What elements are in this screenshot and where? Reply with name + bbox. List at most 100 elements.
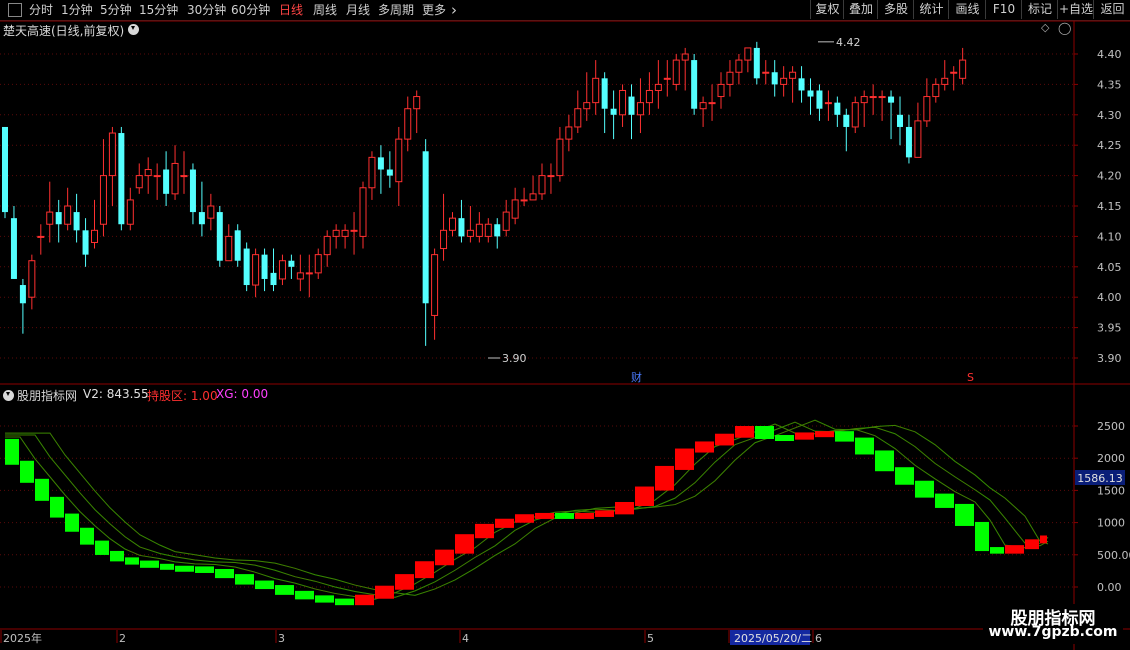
candle-body [216,212,223,261]
candle-body [153,175,161,178]
candle-body [404,108,412,140]
candle-body [726,71,734,85]
candle-body [529,193,537,201]
candle-body [234,230,241,261]
title-toggle-icon[interactable] [128,24,139,35]
candle-body [807,90,814,97]
candle-body [19,285,26,304]
candle-body [897,114,903,127]
indicator-block [515,514,534,523]
candle-body [484,223,492,237]
candle-body [762,71,770,74]
candle-body [55,212,62,225]
candle-body [368,156,376,189]
candle-body [628,96,635,115]
indicator-block [195,566,214,573]
indicator-block [815,431,834,438]
diamond-icon[interactable]: ◇ [1041,21,1049,34]
indicator-block [895,467,914,485]
chart-canvas: 4.40 4.35 4.30 4.25 4.20 4.15 4.10 4.05 4.00 3.95… [0,20,1130,650]
candle-body [466,229,474,237]
indicator-block [35,478,49,501]
candle-body [440,229,448,250]
high-marker: 4.42 [836,36,861,49]
candle-body [941,77,949,85]
date-label-2: 3 [278,632,285,645]
candle-body [888,96,895,103]
candle-body [270,272,277,286]
date-label-0: 2025年 [3,631,42,645]
indicator-block [990,547,1004,554]
candle-body [350,229,358,232]
indicator-name: 股朋指标网 [17,389,78,403]
candle-body [672,59,680,85]
candle-body [395,138,403,183]
candle-body [431,254,439,316]
candle-body [46,211,54,225]
candle-body [475,223,483,237]
indicator-block [110,550,124,562]
candle-body [699,102,707,110]
indicator-block [235,574,254,585]
indicator-block [395,574,414,590]
candle-body [180,175,188,178]
candle-body [73,212,80,231]
indicator-block [795,432,814,440]
date-label-5: 2025/05/20/二 [734,632,812,645]
candle-body [520,199,528,202]
indicator-block [935,493,954,508]
hold-value: 持股区: 1.00 [147,389,218,403]
candle-body [91,229,98,243]
indicator-axis-label-2: 1500 [1097,484,1125,497]
price-label-2: 4.30 [1097,109,1122,122]
candle-body [494,224,501,237]
price-label-4: 4.20 [1097,170,1122,183]
candle-body [691,60,698,109]
candle-body [108,132,116,177]
candle-body [502,211,510,231]
indicator-block [595,510,614,517]
indicator-block [140,560,159,568]
indicator-block [1040,535,1047,544]
candle-body [377,157,384,170]
candle-body [171,162,179,195]
candle-body [386,169,393,176]
candle-body [37,235,45,238]
indicator-block [655,465,674,491]
candle-body [198,212,205,225]
indicator-block [735,426,754,438]
candle-body [556,138,564,177]
watermark: 股朋指标网 www.7gpzb.com [983,604,1123,644]
indicator-block [615,501,634,515]
indicator-block [125,557,139,565]
indicator-block [65,513,79,532]
candle-body [163,169,170,194]
xg-value: XG: 0.00 [216,387,269,401]
indicator-block [255,580,274,590]
indicator-block [315,595,334,603]
indicator-block [975,521,989,552]
candle-body [10,218,17,279]
indicator-menu-chevron-icon[interactable] [3,390,14,401]
candle-body [878,96,886,99]
candle-body [28,260,36,298]
indicator-block [215,568,234,579]
price-label-9: 3.95 [1097,322,1122,335]
candle-body [610,108,617,115]
price-label-3: 4.25 [1097,139,1122,152]
price-label-7: 4.05 [1097,261,1122,274]
indicator-block [715,433,734,446]
candle-body [583,102,591,110]
indicator-axis-label-5: 0.00 [1097,581,1122,594]
candle-body [99,175,107,225]
candle-body [834,102,841,115]
price-label-6: 4.10 [1097,230,1122,243]
candle-body [332,229,340,237]
stock-title: 楚天高速(日线,前复权) [3,24,125,38]
candle-body [413,96,421,110]
indicator-block [1025,539,1039,550]
indicator-block [295,590,314,600]
indicator-block [775,435,794,442]
settings-circle-icon[interactable]: ◯ [1058,21,1071,35]
date-label-1: 2 [119,632,126,645]
